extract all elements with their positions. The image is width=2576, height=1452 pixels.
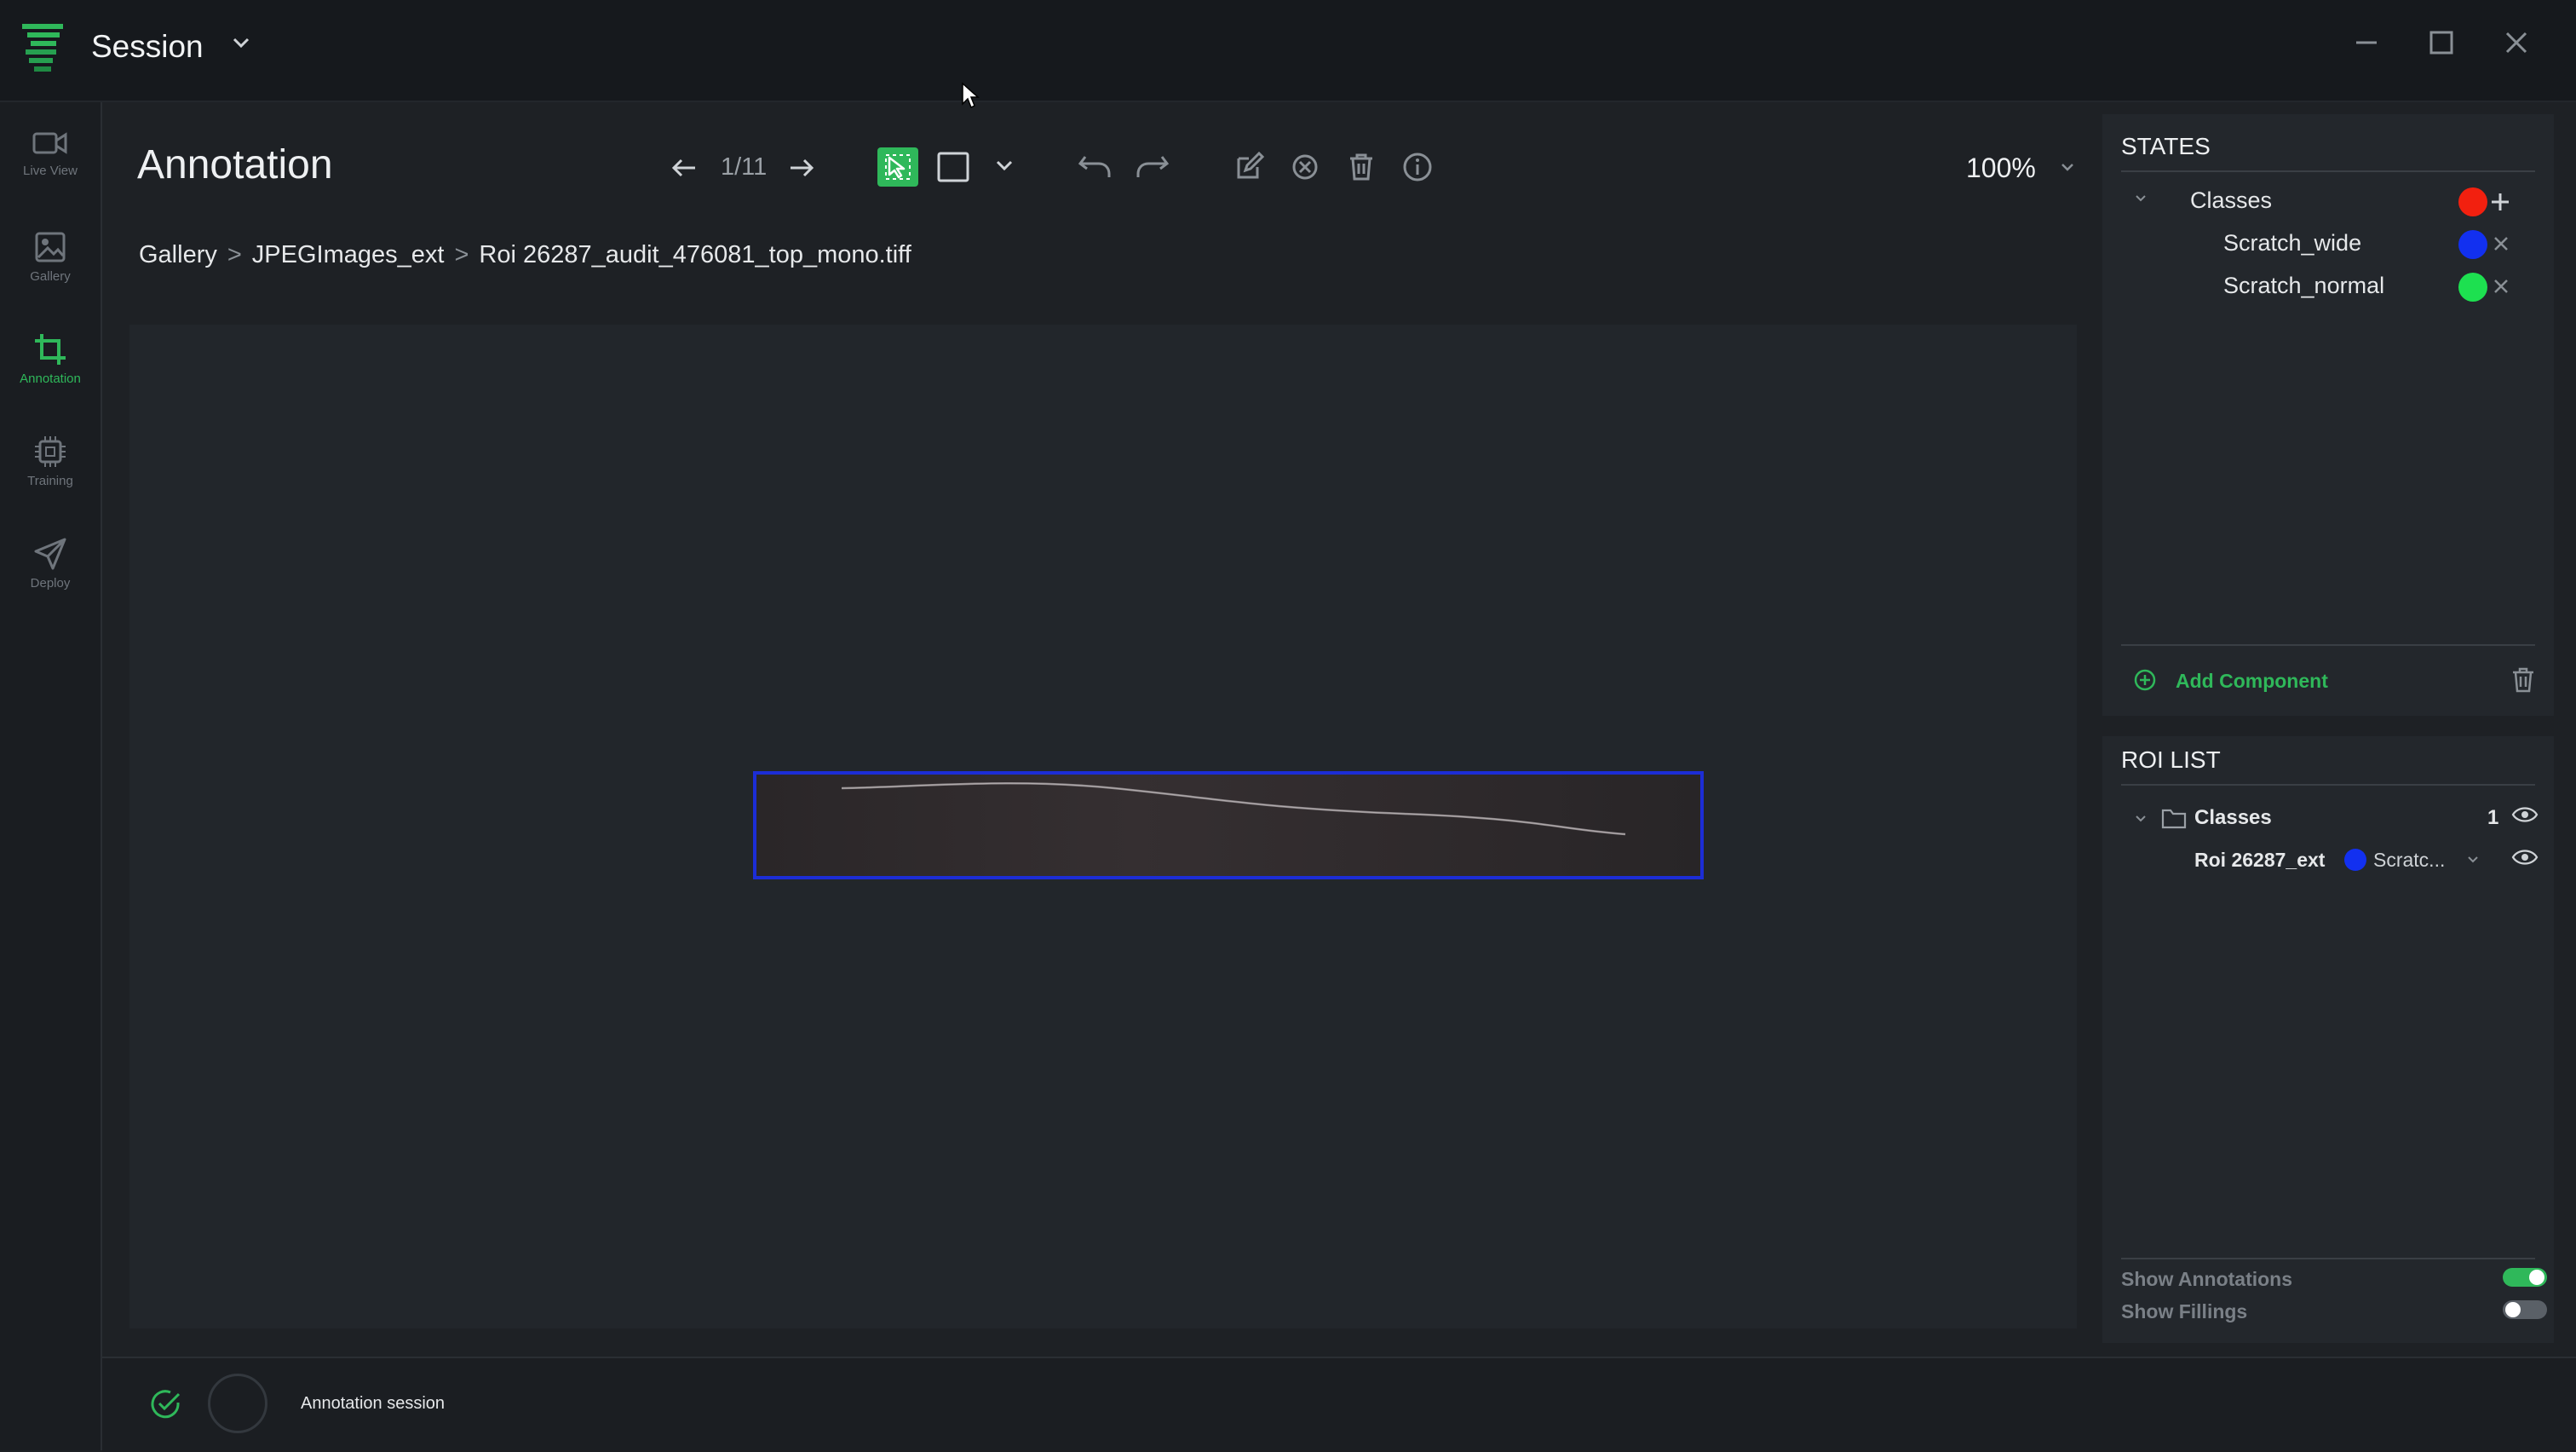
class-color-swatch[interactable]	[2458, 273, 2487, 302]
add-circle-icon[interactable]	[2133, 668, 2157, 692]
sidebar-item-label: Gallery	[30, 269, 71, 284]
remove-icon[interactable]	[2491, 233, 2511, 254]
clear-icon[interactable]	[1290, 152, 1320, 182]
video-camera-icon	[32, 132, 67, 154]
chevron-down-icon[interactable]	[2467, 856, 2479, 864]
divider	[2121, 644, 2535, 646]
previous-arrow-icon[interactable]	[670, 154, 699, 182]
minimize-icon[interactable]	[2353, 29, 2380, 56]
rectangle-tool-icon[interactable]	[935, 150, 971, 184]
sidebar-item-live-view[interactable]: Live View	[0, 102, 101, 196]
chevron-down-icon[interactable]	[2060, 162, 2075, 172]
show-annotations-label: Show Annotations	[2121, 1268, 2293, 1290]
show-fillings-toggle[interactable]	[2503, 1300, 2547, 1319]
states-panel: STATES Classes Scratch_wide Scratch_norm…	[2102, 114, 2554, 716]
status-text: Annotation session	[301, 1394, 446, 1413]
trash-icon[interactable]	[1346, 152, 1377, 182]
divider	[2121, 784, 2535, 786]
breadcrumb-item-gallery[interactable]: Gallery	[139, 241, 217, 268]
close-icon[interactable]	[2503, 29, 2530, 56]
show-annotations-toggle[interactable]	[2503, 1268, 2547, 1287]
breadcrumb-separator: >	[454, 241, 469, 268]
class-name[interactable]: Scratch_wide	[2223, 230, 2361, 256]
breadcrumb-item-file: Roi 26287_audit_476081_top_mono.tiff	[479, 241, 911, 268]
toggle-knob	[2505, 1302, 2521, 1317]
send-icon	[34, 538, 66, 570]
image-icon	[35, 232, 66, 262]
progress-spinner	[208, 1374, 267, 1433]
status-bar: Annotation session	[102, 1357, 2576, 1452]
add-icon[interactable]	[2487, 189, 2513, 215]
zoom-level[interactable]: 100%	[1966, 153, 2036, 184]
breadcrumb-separator: >	[227, 241, 242, 268]
title-bar: Session	[0, 0, 2576, 102]
chevron-down-icon[interactable]	[2135, 194, 2147, 203]
redo-icon[interactable]	[1135, 152, 1170, 182]
breadcrumb-item-folder[interactable]: JPEGImages_ext	[252, 241, 445, 268]
edit-icon[interactable]	[1233, 152, 1264, 182]
sidebar-item-label: Annotation	[20, 372, 81, 386]
remove-icon[interactable]	[2491, 276, 2511, 297]
chevron-down-icon[interactable]	[995, 158, 1014, 172]
crop-icon	[35, 334, 66, 365]
states-title: STATES	[2121, 133, 2211, 159]
folder-icon	[2160, 806, 2188, 830]
next-arrow-icon[interactable]	[787, 154, 816, 182]
sidebar-item-label: Deploy	[30, 576, 71, 591]
page-counter: 1/11	[721, 153, 768, 181]
add-component-button[interactable]: Add Component	[2176, 670, 2328, 693]
roi-item-color	[2344, 849, 2366, 871]
show-fillings-label: Show Fillings	[2121, 1300, 2248, 1322]
roi-item-name[interactable]: Roi 26287_ext	[2194, 849, 2325, 872]
sidebar-item-label: Live View	[23, 164, 78, 178]
roi-image-region[interactable]	[753, 771, 1704, 879]
states-group-label: Classes	[2190, 187, 2273, 213]
breadcrumb: Gallery > JPEGImages_ext > Roi 26287_audit_4…	[139, 241, 911, 269]
undo-icon[interactable]	[1077, 152, 1113, 182]
sidebar-item-label: Training	[27, 474, 73, 488]
sidebar-item-annotation[interactable]: Annotation	[0, 307, 101, 400]
eye-icon[interactable]	[2511, 847, 2539, 867]
divider	[2121, 1258, 2535, 1259]
group-color-swatch[interactable]	[2458, 187, 2487, 216]
class-name[interactable]: Scratch_normal	[2223, 273, 2384, 299]
trash-icon[interactable]	[2510, 666, 2537, 694]
chevron-down-icon[interactable]	[232, 36, 250, 49]
mouse-cursor-icon	[961, 82, 980, 109]
app-logo-icon	[19, 20, 66, 73]
annotation-canvas[interactable]	[129, 325, 2077, 1328]
toggle-knob	[2529, 1270, 2544, 1285]
sidebar-item-deploy[interactable]: Deploy	[0, 511, 101, 605]
maximize-icon[interactable]	[2428, 29, 2455, 56]
eye-icon[interactable]	[2511, 804, 2539, 825]
chip-icon	[35, 436, 66, 467]
page-title: Annotation	[137, 142, 333, 187]
class-color-swatch[interactable]	[2458, 230, 2487, 259]
roi-item-class[interactable]: Scratc...	[2373, 849, 2445, 872]
roi-list-title: ROI LIST	[2121, 746, 2221, 773]
pointer-select-icon	[885, 154, 911, 180]
select-tool-button[interactable]	[877, 147, 918, 187]
sidebar-item-gallery[interactable]: Gallery	[0, 205, 101, 298]
chevron-down-icon[interactable]	[2135, 815, 2147, 823]
check-circle-icon	[148, 1387, 182, 1421]
session-title[interactable]: Session	[91, 29, 204, 65]
left-sidebar: Live View Gallery Annotation Training De…	[0, 102, 102, 1450]
roi-group-count: 1	[2487, 806, 2499, 829]
scratch-defect-image	[841, 781, 1626, 836]
roi-list-panel: ROI LIST Classes 1 Roi 26287_ext Scratc.…	[2102, 736, 2554, 1343]
divider	[2121, 170, 2535, 172]
roi-group-label: Classes	[2194, 806, 2272, 829]
sidebar-item-training[interactable]: Training	[0, 409, 101, 503]
info-icon[interactable]	[1402, 152, 1433, 182]
